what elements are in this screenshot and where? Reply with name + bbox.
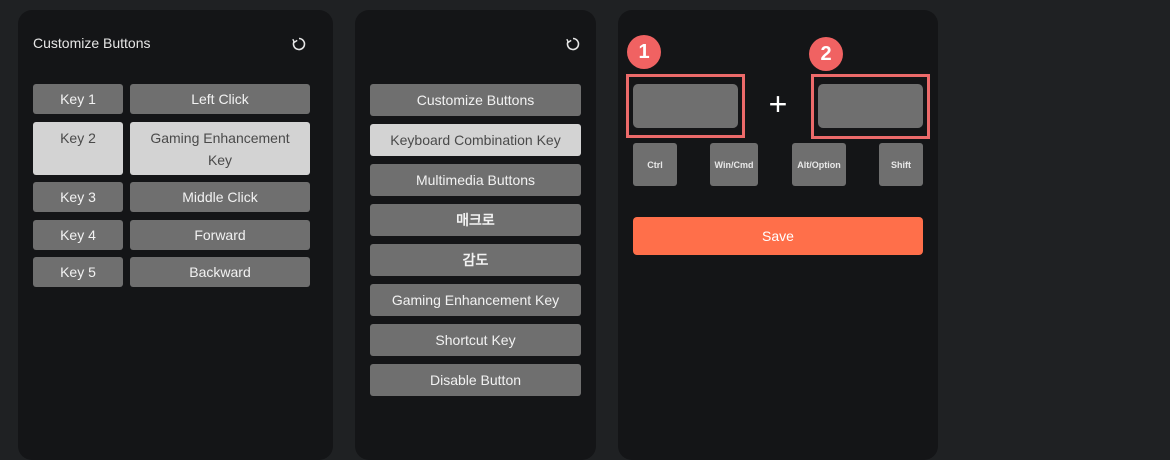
alt-option-button[interactable]: Alt/Option — [792, 143, 846, 186]
refresh-icon[interactable] — [291, 36, 307, 52]
menu-multimedia-buttons[interactable]: Multimedia Buttons — [370, 164, 581, 196]
second-key-slot[interactable] — [818, 84, 923, 128]
key-3-button[interactable]: Key 3 — [33, 182, 123, 212]
menu-shortcut-key[interactable]: Shortcut Key — [370, 324, 581, 356]
menu-sensitivity[interactable]: 감도 — [370, 244, 581, 276]
key-4-button[interactable]: Key 4 — [33, 220, 123, 250]
key-5-action-button[interactable]: Backward — [130, 257, 310, 287]
key-1-button[interactable]: Key 1 — [33, 84, 123, 114]
win-cmd-button[interactable]: Win/Cmd — [710, 143, 758, 186]
panel-title: Customize Buttons — [33, 35, 151, 51]
key-5-button[interactable]: Key 5 — [33, 257, 123, 287]
menu-keyboard-combination-key[interactable]: Keyboard Combination Key — [370, 124, 581, 156]
key-3-action-button[interactable]: Middle Click — [130, 182, 310, 212]
refresh-icon[interactable] — [565, 36, 581, 52]
shift-button[interactable]: Shift — [879, 143, 923, 186]
first-key-slot[interactable] — [633, 84, 738, 128]
step-1-badge: 1 — [627, 35, 661, 69]
key-2-button[interactable]: Key 2 — [33, 122, 123, 175]
key-1-action-button[interactable]: Left Click — [130, 84, 310, 114]
key-2-action-button[interactable]: Gaming Enhancement Key — [130, 122, 310, 175]
key-combination-panel: 1 2 + Ctrl Win/Cmd Alt/Option Shift Save — [618, 10, 938, 460]
step-2-badge: 2 — [809, 37, 843, 71]
ctrl-button[interactable]: Ctrl — [633, 143, 677, 186]
customize-buttons-panel: Customize Buttons Key 1 Left Click Key 2… — [18, 10, 333, 460]
menu-customize-buttons[interactable]: Customize Buttons — [370, 84, 581, 116]
key-4-action-button[interactable]: Forward — [130, 220, 310, 250]
save-button[interactable]: Save — [633, 217, 923, 255]
menu-macro[interactable]: 매크로 — [370, 204, 581, 236]
menu-gaming-enhancement-key[interactable]: Gaming Enhancement Key — [370, 284, 581, 316]
plus-sign: + — [768, 85, 788, 122]
function-menu-panel: Customize Buttons Keyboard Combination K… — [355, 10, 596, 460]
menu-disable-button[interactable]: Disable Button — [370, 364, 581, 396]
